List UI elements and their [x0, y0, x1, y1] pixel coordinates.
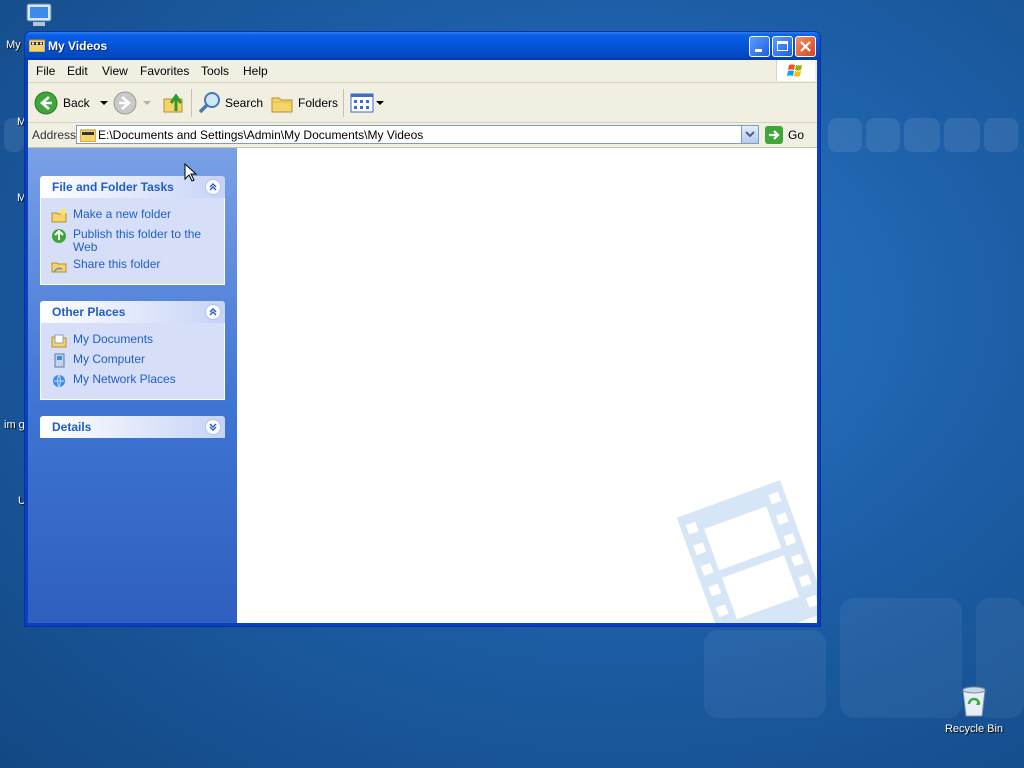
minimize-icon [755, 49, 762, 52]
address-dropdown-button[interactable] [741, 126, 758, 143]
search-label: Search [225, 96, 264, 110]
back-button[interactable]: Back [34, 91, 110, 115]
task-pane: File and Folder Tasks Make a new folder … [28, 148, 237, 623]
toolbar-separator [191, 89, 192, 117]
file-folder-tasks-body: Make a new folder Publish this folder to… [40, 198, 225, 285]
chevron-down-icon [99, 101, 108, 105]
back-label: Back [63, 96, 90, 110]
address-value: E:\Documents and Settings\Admin\My Docum… [98, 128, 424, 142]
chevron-down-icon [143, 101, 151, 105]
panel-title: Other Places [52, 305, 126, 319]
go-label: Go [788, 128, 805, 142]
desktop-decoration [828, 118, 862, 152]
menu-edit[interactable]: Edit [67, 64, 88, 78]
chevron-up-icon [209, 183, 217, 191]
desktop-decoration [984, 118, 1018, 152]
menu-bar: File Edit View Favorites Tools Help [28, 60, 817, 83]
my-videos-folder-icon [29, 39, 45, 52]
standard-toolbar: Back Search Folders [28, 83, 817, 123]
menu-help[interactable]: Help [243, 64, 268, 78]
menu-tools[interactable]: Tools [201, 64, 229, 78]
my-videos-folder-icon [80, 129, 96, 142]
recycle-bin-label: Recycle Bin [944, 723, 1004, 735]
place-my-computer[interactable]: My Computer [51, 353, 213, 369]
toolbar-separator [343, 89, 344, 117]
chevron-down-icon [209, 423, 217, 431]
go-button[interactable]: Go [765, 125, 804, 145]
mouse-cursor-icon [184, 163, 198, 182]
up-folder-icon [163, 93, 183, 113]
search-icon [198, 92, 220, 114]
panel-title: Details [52, 420, 92, 434]
menu-favorites[interactable]: Favorites [140, 64, 189, 78]
chevron-up-icon [209, 308, 217, 316]
desktop-icon-my-computer[interactable] [22, 2, 56, 33]
file-list-area[interactable] [237, 148, 817, 623]
maximize-button[interactable] [772, 36, 793, 57]
windows-logo [776, 60, 815, 81]
chevron-down-icon [376, 101, 384, 105]
film-strip-watermark-icon [676, 480, 817, 623]
forward-button[interactable] [113, 91, 153, 115]
other-places-header[interactable]: Other Places [40, 301, 225, 323]
other-places-body: My Documents My Computer My Network Plac… [40, 323, 225, 400]
recycle-bin-icon [962, 686, 986, 717]
chevron-down-icon [745, 131, 755, 138]
share-folder-icon [51, 262, 67, 273]
desktop-icon-label: My [6, 39, 21, 51]
menu-file[interactable]: File [36, 64, 55, 78]
collapse-button[interactable] [205, 304, 221, 320]
close-button[interactable] [795, 36, 816, 57]
task-make-new-folder[interactable]: Make a new folder [51, 208, 213, 224]
address-label: Address [32, 128, 77, 142]
folders-label: Folders [298, 96, 339, 110]
address-input[interactable]: E:\Documents and Settings\Admin\My Docum… [76, 125, 759, 144]
explorer-window[interactable]: My Videos File Edit View Favorites Tools… [24, 31, 821, 627]
publish-web-icon [52, 229, 66, 243]
search-button[interactable]: Search [198, 91, 263, 115]
folders-icon [271, 97, 293, 113]
place-my-network-places[interactable]: My Network Places [51, 373, 213, 389]
collapse-button[interactable] [205, 179, 221, 195]
new-folder-icon [51, 209, 67, 223]
go-arrow-icon [765, 126, 783, 144]
folders-button[interactable]: Folders [270, 91, 338, 115]
title-bar[interactable]: My Videos [25, 32, 820, 60]
views-button[interactable] [350, 91, 385, 115]
minimize-button[interactable] [749, 36, 770, 57]
maximize-icon [777, 41, 788, 51]
my-documents-icon [51, 334, 67, 348]
address-bar: Address E:\Documents and Settings\Admin\… [28, 123, 817, 148]
desktop-decoration [704, 630, 826, 718]
desktop-icon-recycle-bin[interactable]: Recycle Bin [940, 684, 1008, 735]
back-arrow-icon [34, 91, 58, 115]
desktop-decoration [866, 118, 900, 152]
panel-title: File and Folder Tasks [52, 180, 174, 194]
forward-arrow-icon [113, 91, 137, 115]
details-header[interactable]: Details [40, 416, 225, 438]
desktop-icon-label: im g [4, 419, 25, 431]
task-publish-to-web[interactable]: Publish this folder to the Web [51, 228, 213, 254]
expand-button[interactable] [205, 419, 221, 435]
network-places-icon [53, 374, 65, 388]
desktop-decoration [904, 118, 940, 152]
windows-flag-icon [787, 64, 802, 77]
close-icon [800, 41, 811, 52]
up-folder-button[interactable] [162, 91, 186, 115]
menu-view[interactable]: View [102, 64, 128, 78]
views-icon [350, 93, 374, 113]
desktop-decoration [944, 118, 980, 152]
task-share-folder[interactable]: Share this folder [51, 258, 213, 274]
window-client: File Edit View Favorites Tools Help Back… [28, 60, 817, 623]
place-my-documents[interactable]: My Documents [51, 333, 213, 349]
computer-icon [54, 353, 65, 368]
window-title: My Videos [48, 39, 108, 53]
computer-icon [26, 3, 52, 26]
